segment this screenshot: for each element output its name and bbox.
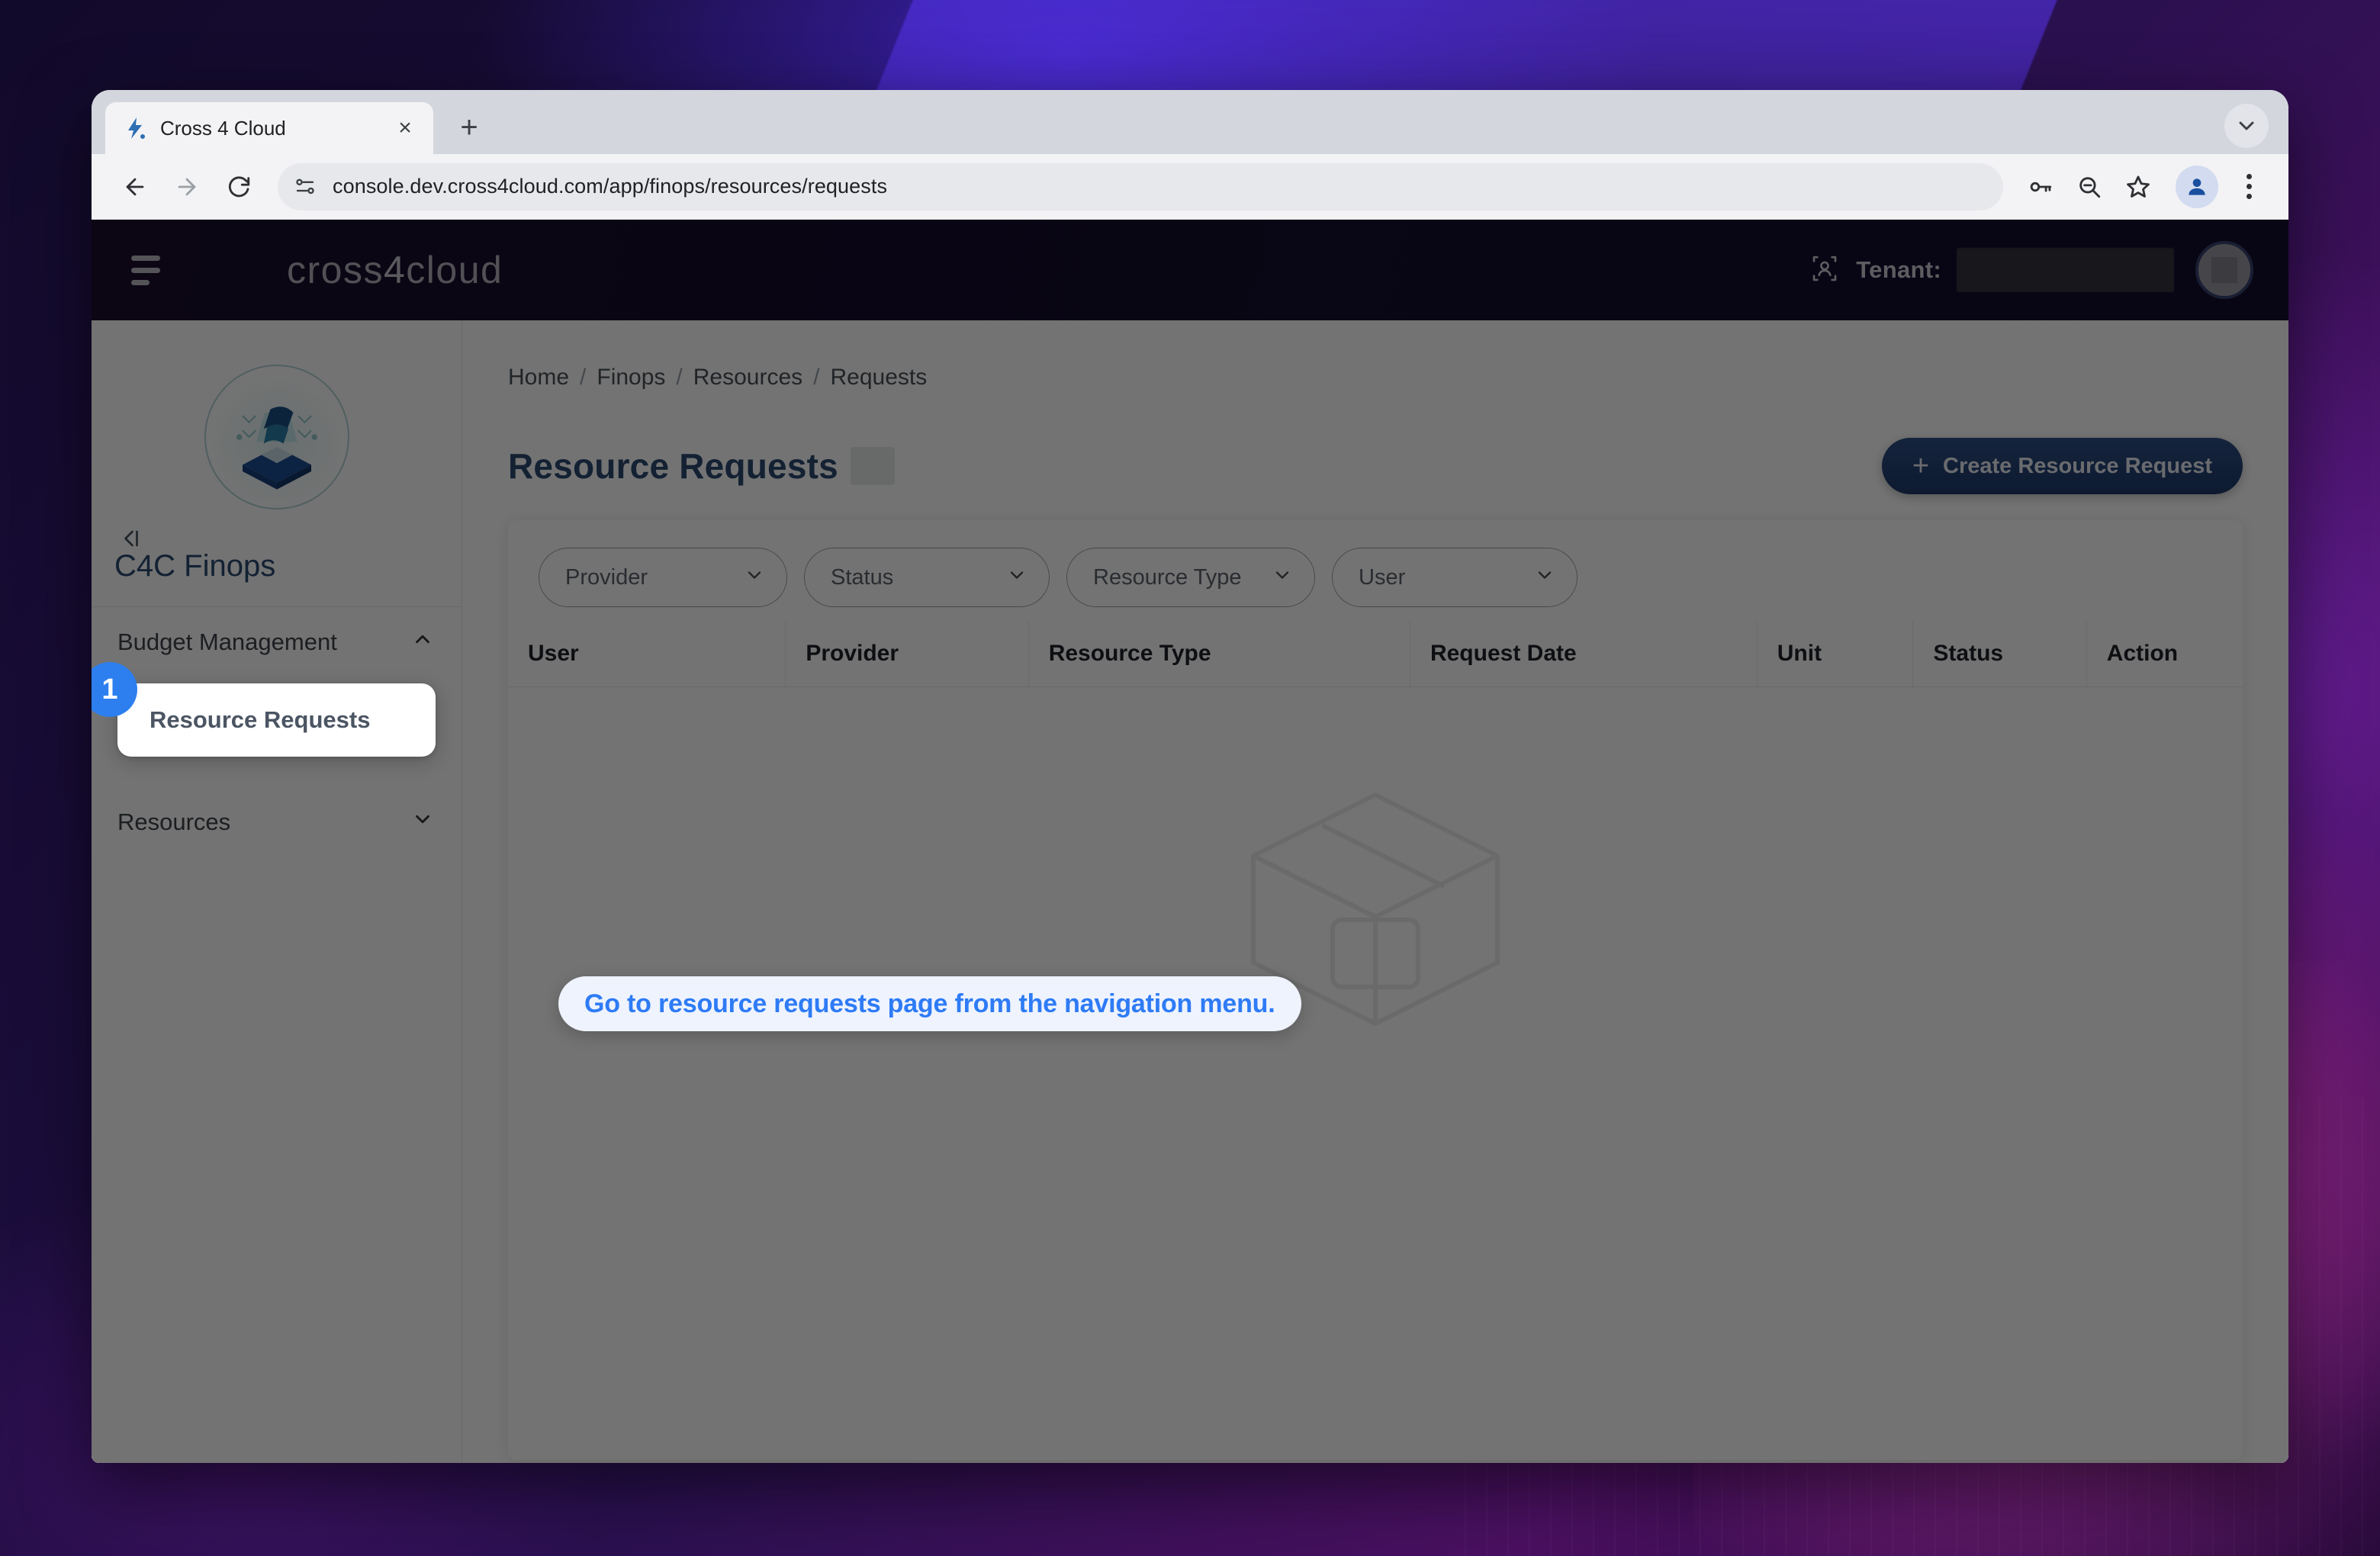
chevron-down-icon bbox=[1272, 564, 1293, 591]
chevron-down-icon bbox=[1534, 564, 1555, 591]
arrow-left-icon[interactable] bbox=[111, 163, 159, 211]
title-redacted-badge bbox=[850, 447, 895, 485]
brand-text-part3: cloud bbox=[406, 249, 503, 291]
main-content: Home / Finops / Resources / Requests Res… bbox=[462, 320, 2288, 1463]
filter-bar: Provider Status Resource Type User bbox=[508, 520, 2243, 621]
reload-icon[interactable] bbox=[215, 163, 262, 211]
breadcrumb-separator: / bbox=[813, 365, 820, 390]
instruction-callout: Go to resource requests page from the na… bbox=[558, 976, 1301, 1031]
sidebar-item-resources[interactable]: Resources bbox=[92, 787, 462, 857]
browser-tab[interactable]: Cross 4 Cloud × bbox=[105, 102, 433, 154]
sidebar-group-label: Budget Management bbox=[117, 629, 337, 655]
page-title: C4C Finops bbox=[114, 549, 276, 583]
person-icon[interactable] bbox=[2176, 165, 2218, 208]
breadcrumb-separator: / bbox=[676, 365, 683, 390]
sidebar-item-resource-requests[interactable]: 1 Resource Requests bbox=[92, 662, 436, 757]
c4c-finops-cube-logo bbox=[204, 365, 349, 510]
browser-toolbar: console.dev.cross4cloud.com/app/finops/r… bbox=[92, 154, 2288, 220]
brand-text-part2: 4 bbox=[383, 249, 407, 291]
column-header-provider[interactable]: Provider bbox=[785, 621, 1029, 687]
header-right-cluster: Tenant: bbox=[1809, 241, 2253, 299]
avatar-redacted bbox=[2211, 257, 2237, 283]
resource-requests-table: User Provider Resource Type Request Date… bbox=[508, 621, 2243, 687]
three-dot-menu-icon[interactable] bbox=[2229, 165, 2269, 209]
tenant-selector[interactable]: Tenant: bbox=[1809, 248, 2174, 292]
breadcrumb-separator: / bbox=[580, 365, 587, 390]
new-tab-button[interactable]: + bbox=[447, 105, 491, 149]
key-icon[interactable] bbox=[2018, 165, 2063, 209]
zoom-out-icon[interactable] bbox=[2067, 165, 2111, 209]
app-body: C4C Finops Budget Management 1 Resource … bbox=[92, 320, 2288, 1463]
filter-resource-type[interactable]: Resource Type bbox=[1066, 548, 1315, 607]
sidebar-group-label: Resources bbox=[117, 809, 231, 835]
tenant-badge-icon bbox=[1809, 252, 1841, 288]
browser-window: Cross 4 Cloud × + console.dev.cross4clou… bbox=[92, 90, 2288, 1463]
column-header-unit[interactable]: Unit bbox=[1757, 621, 1914, 687]
tab-strip: Cross 4 Cloud × + bbox=[92, 90, 2288, 154]
chevron-up-icon bbox=[411, 628, 434, 657]
filter-label: User bbox=[1359, 564, 1406, 590]
brand-logo: cross 4 cloud bbox=[287, 248, 503, 292]
page-viewport: cross 4 cloud Tenant: C4C Finops Budget … bbox=[92, 220, 2288, 1463]
column-header-status[interactable]: Status bbox=[1912, 621, 2087, 687]
sidebar: C4C Finops Budget Management 1 Resource … bbox=[92, 320, 462, 1463]
collapse-sidebar-icon[interactable] bbox=[117, 525, 145, 558]
sidebar-item-budget-management[interactable]: Budget Management bbox=[92, 607, 462, 677]
hamburger-icon[interactable] bbox=[131, 249, 174, 291]
star-icon[interactable] bbox=[2116, 165, 2160, 209]
chevron-down-icon[interactable] bbox=[2224, 104, 2269, 148]
chevron-down-icon bbox=[744, 564, 765, 591]
chevron-down-icon bbox=[1006, 564, 1028, 591]
cross4cloud-bolt-icon bbox=[122, 115, 148, 141]
breadcrumb-item-home[interactable]: Home bbox=[508, 365, 569, 391]
column-header-resource-type[interactable]: Resource Type bbox=[1028, 621, 1410, 687]
column-header-request-date[interactable]: Request Date bbox=[1410, 621, 1758, 687]
tenant-value-redacted bbox=[1957, 248, 2174, 292]
avatar[interactable] bbox=[2195, 241, 2253, 299]
filter-status[interactable]: Status bbox=[804, 548, 1050, 607]
breadcrumb: Home / Finops / Resources / Requests bbox=[508, 365, 2243, 391]
sidebar-item-label: Resource Requests bbox=[150, 706, 371, 733]
page-header: Resource Requests + Create Resource Requ… bbox=[508, 438, 2243, 494]
tab-title: Cross 4 Cloud bbox=[160, 116, 286, 140]
column-header-user[interactable]: User bbox=[508, 621, 786, 687]
column-header-action[interactable]: Action bbox=[2086, 621, 2243, 687]
chevron-down-icon bbox=[411, 808, 434, 837]
breadcrumb-item-resources[interactable]: Resources bbox=[693, 365, 802, 391]
plus-icon: + bbox=[1912, 450, 1930, 482]
url-text: console.dev.cross4cloud.com/app/finops/r… bbox=[333, 175, 888, 198]
callout-text: Go to resource requests page from the na… bbox=[584, 989, 1275, 1018]
filter-label: Status bbox=[831, 564, 894, 590]
breadcrumb-item-finops[interactable]: Finops bbox=[597, 365, 665, 391]
app-header: cross 4 cloud Tenant: bbox=[92, 220, 2288, 320]
breadcrumb-item-requests[interactable]: Requests bbox=[831, 365, 928, 391]
tenant-label: Tenant: bbox=[1856, 256, 1941, 283]
page-title: Resource Requests bbox=[508, 446, 838, 486]
brand-text-part1: cross bbox=[287, 249, 384, 291]
filter-label: Resource Type bbox=[1093, 564, 1242, 590]
table-header-row: User Provider Resource Type Request Date… bbox=[508, 621, 2243, 687]
filter-label: Provider bbox=[565, 564, 648, 590]
filter-user[interactable]: User bbox=[1332, 548, 1578, 607]
address-bar[interactable]: console.dev.cross4cloud.com/app/finops/r… bbox=[278, 162, 2003, 211]
arrow-right-icon[interactable] bbox=[163, 163, 211, 211]
close-icon[interactable]: × bbox=[391, 114, 420, 143]
site-settings-icon[interactable] bbox=[285, 167, 325, 207]
create-resource-request-button[interactable]: + Create Resource Request bbox=[1881, 438, 2243, 494]
desktop-background: Cross 4 Cloud × + console.dev.cross4clou… bbox=[0, 0, 2380, 1556]
create-button-label: Create Resource Request bbox=[1943, 453, 2212, 478]
filter-provider[interactable]: Provider bbox=[539, 548, 787, 607]
